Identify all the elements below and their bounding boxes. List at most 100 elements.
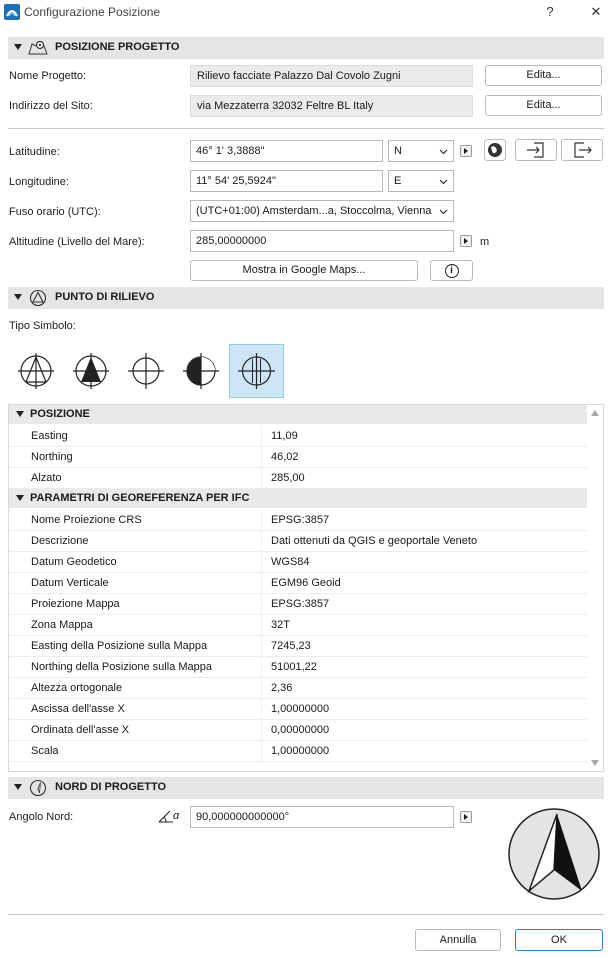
latitude-input[interactable]: 46° 1' 3,3888": [190, 140, 383, 162]
vertical-scrollbar[interactable]: [587, 405, 603, 771]
table-row[interactable]: Zona Mappa 32T: [9, 615, 587, 636]
collapse-triangle-icon[interactable]: [16, 411, 24, 417]
latitude-hemisphere-select[interactable]: N: [388, 140, 454, 162]
group-label: POSIZIONE: [30, 408, 90, 420]
property-name: Zona Mappa: [31, 619, 93, 631]
property-value[interactable]: 0,00000000: [271, 724, 329, 736]
angle-icon: α: [157, 807, 183, 825]
property-value[interactable]: 46,02: [271, 451, 299, 463]
latitude-arrow-button[interactable]: [460, 145, 472, 157]
divider: [8, 914, 604, 915]
georeference-properties-table[interactable]: POSIZIONE Easting 11,09 Northing 46,02 Alzato…: [8, 404, 604, 772]
property-value[interactable]: EPSG:3857: [271, 514, 329, 526]
north-angle-label: Angolo Nord:: [9, 811, 74, 823]
property-name: Northing: [31, 451, 73, 463]
property-value[interactable]: EGM96 Geoid: [271, 577, 341, 589]
compass-icon: [29, 779, 47, 797]
property-name: Datum Verticale: [31, 577, 109, 589]
close-button[interactable]: ✕: [584, 2, 608, 22]
import-position-button[interactable]: [515, 139, 557, 161]
symbol-crosshair-triangle-filled[interactable]: [65, 345, 117, 397]
altitude-arrow-button[interactable]: [460, 235, 472, 247]
altitude-label: Altitudine (Livello del Mare):: [9, 236, 145, 248]
table-row[interactable]: Proiezione Mappa EPSG:3857: [9, 594, 587, 615]
help-button[interactable]: ?: [538, 2, 562, 22]
property-value[interactable]: 1,00000000: [271, 745, 329, 757]
property-value[interactable]: 285,00: [271, 472, 305, 484]
group-label: PARAMETRI DI GEOREFERENZA PER IFC: [30, 492, 250, 504]
column-separator: [261, 615, 262, 636]
altitude-input[interactable]: 285,00000000: [190, 230, 454, 252]
column-separator: [261, 636, 262, 657]
collapse-triangle-icon[interactable]: [14, 294, 22, 300]
property-value[interactable]: 51001,22: [271, 661, 317, 673]
scroll-down-icon[interactable]: [591, 760, 599, 766]
property-value[interactable]: 1,00000000: [271, 703, 329, 715]
table-row[interactable]: Descrizione Dati ottenuti da QGIS e geopo…: [9, 531, 587, 552]
symbol-crosshair-triangle-outline[interactable]: [10, 345, 62, 397]
edit-site-address-button[interactable]: Edita...: [485, 95, 602, 116]
property-name: Altezza ortogonale: [31, 682, 123, 694]
globe-icon[interactable]: [484, 139, 506, 161]
edit-project-name-button[interactable]: Edita...: [485, 65, 602, 86]
north-angle-arrow-button[interactable]: [460, 811, 472, 823]
longitude-hemisphere-select[interactable]: E: [388, 170, 454, 192]
column-separator: [261, 741, 262, 762]
export-position-button[interactable]: [561, 139, 603, 161]
symbol-crosshair-circle[interactable]: [120, 345, 172, 397]
cancel-button[interactable]: Annulla: [415, 929, 501, 951]
table-row[interactable]: Northing della Posizione sulla Mappa 5100…: [9, 657, 587, 678]
window-title: Configurazione Posizione: [24, 5, 161, 19]
symbol-crosshair-half-filled[interactable]: [175, 345, 227, 397]
collapse-triangle-icon[interactable]: [14, 44, 22, 50]
table-row[interactable]: Datum Verticale EGM96 Geoid: [9, 573, 587, 594]
section-project-position[interactable]: POSIZIONE PROGETTO: [8, 37, 604, 59]
property-value[interactable]: WGS84: [271, 556, 310, 568]
table-row[interactable]: Datum Geodetico WGS84: [9, 552, 587, 573]
property-value[interactable]: 2,36: [271, 682, 292, 694]
property-value[interactable]: 32T: [271, 619, 290, 631]
table-row[interactable]: Easting 11,09: [9, 426, 587, 447]
property-name: Alzato: [31, 472, 62, 484]
property-value[interactable]: EPSG:3857: [271, 598, 329, 610]
table-row[interactable]: Altezza ortogonale 2,36: [9, 678, 587, 699]
column-separator: [261, 657, 262, 678]
north-arrow-icon[interactable]: [507, 807, 601, 901]
section-project-north[interactable]: NORD DI PROGETTO: [8, 777, 604, 799]
table-row[interactable]: Alzato 285,00: [9, 468, 587, 489]
ok-button[interactable]: OK: [515, 929, 603, 951]
collapse-triangle-icon[interactable]: [14, 784, 22, 790]
google-maps-button[interactable]: Mostra in Google Maps...: [190, 260, 418, 281]
north-angle-input[interactable]: 90,000000000000°: [190, 806, 454, 828]
angle-symbol: α: [173, 810, 180, 822]
property-value[interactable]: 7245,23: [271, 640, 311, 652]
table-row[interactable]: Easting della Posizione sulla Mappa 7245,…: [9, 636, 587, 657]
property-group-header[interactable]: PARAMETRI DI GEOREFERENZA PER IFC: [9, 489, 587, 508]
table-row[interactable]: Ordinata dell'asse X 0,00000000: [9, 720, 587, 741]
scroll-up-icon[interactable]: [591, 410, 599, 416]
table-row[interactable]: Scala 1,00000000: [9, 741, 587, 762]
table-row[interactable]: Northing 46,02: [9, 447, 587, 468]
collapse-triangle-icon[interactable]: [16, 495, 24, 501]
property-value[interactable]: 11,09: [271, 430, 298, 442]
timezone-select[interactable]: (UTC+01:00) Amsterdam...a, Stoccolma, Vi…: [190, 200, 454, 222]
archicad-icon: [4, 4, 20, 20]
property-value[interactable]: Dati ottenuti da QGIS e geoportale Venet…: [271, 535, 477, 547]
column-separator: [261, 510, 262, 531]
survey-triangle-icon: [29, 289, 47, 307]
section-title: NORD DI PROGETTO: [55, 781, 167, 793]
property-group-header[interactable]: POSIZIONE: [9, 405, 587, 424]
project-name-field: Rilievo facciate Palazzo Dal Covolo Zugn…: [190, 65, 473, 87]
timezone-label: Fuso orario (UTC):: [9, 206, 101, 218]
longitude-label: Longitudine:: [9, 176, 69, 188]
crosshair-double-circle-icon: [238, 353, 275, 389]
symbol-crosshair-double-circle[interactable]: [229, 344, 284, 398]
table-row[interactable]: Nome Proiezione CRS EPSG:3857: [9, 510, 587, 531]
property-name: Easting della Posizione sulla Mappa: [31, 640, 208, 652]
longitude-input[interactable]: 11° 54' 25,5924": [190, 170, 383, 192]
section-survey-point[interactable]: PUNTO DI RILIEVO: [8, 287, 604, 309]
table-row[interactable]: Ascissa dell'asse X 1,00000000: [9, 699, 587, 720]
info-button[interactable]: i: [430, 260, 473, 281]
column-separator: [261, 531, 262, 552]
column-separator: [261, 678, 262, 699]
